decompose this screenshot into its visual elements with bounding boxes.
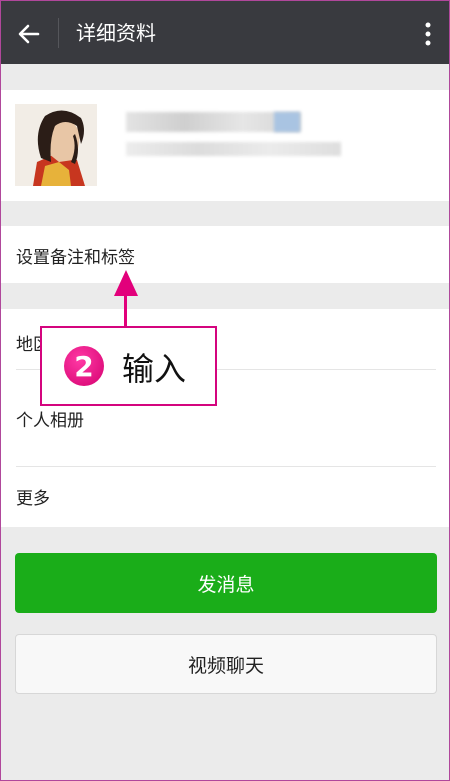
more-vertical-icon[interactable] (418, 19, 438, 49)
back-arrow-icon[interactable] (14, 19, 44, 49)
gender-icon-blurred (274, 112, 300, 132)
annotation-line (124, 290, 127, 328)
step-badge: 2 (64, 346, 104, 386)
annotation-callout: 2 输入 (40, 326, 217, 406)
video-call-button[interactable]: 视频聊天 (15, 634, 437, 694)
row-remark-tags-label: 设置备注和标签 (16, 248, 135, 268)
row-remark-tags[interactable]: 设置备注和标签 (0, 226, 450, 283)
avatar[interactable] (15, 104, 97, 186)
title-bar: 详细资料 (0, 0, 450, 64)
row-album-label: 个人相册 (16, 411, 84, 431)
row-more[interactable]: 更多 (0, 467, 450, 527)
page-title: 详细资料 (76, 21, 156, 45)
wechat-id-blurred (126, 142, 341, 156)
row-more-label: 更多 (16, 489, 50, 509)
send-message-button[interactable]: 发消息 (15, 553, 437, 613)
annotation-text: 输入 (122, 350, 187, 388)
title-divider (58, 18, 59, 48)
